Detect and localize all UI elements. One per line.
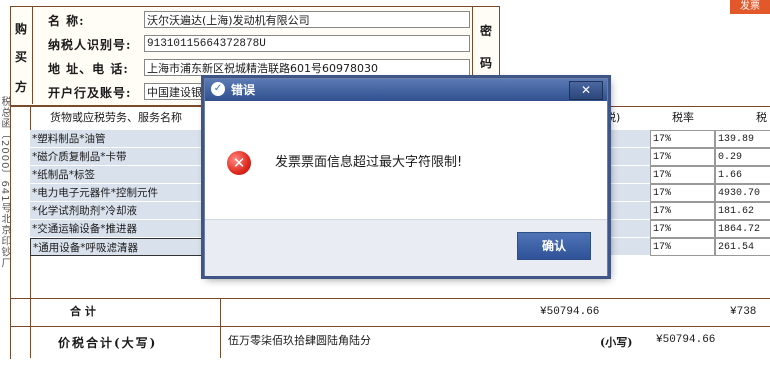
item-row-6-rate[interactable]: 17%	[650, 220, 715, 238]
dialog-body: ✕ 发票票面信息超过最大字符限制!	[205, 101, 607, 219]
grand-total-label: 价税合计(大写)	[58, 336, 158, 350]
totals-vline	[220, 298, 221, 358]
item-row-6-name[interactable]: *交通运输设备*推进器	[30, 220, 220, 238]
grand-small-value: ¥50794.66	[656, 334, 716, 346]
totals-divider	[10, 298, 770, 299]
taxid-label: 纳税人识别号:	[48, 38, 132, 52]
confirm-button[interactable]: 确认	[517, 232, 591, 260]
dialog-title: 错误	[231, 83, 256, 97]
item-row-4-rate[interactable]: 17%	[650, 184, 715, 202]
buyer-address-field[interactable]: 上海市浦东新区祝城精浩联路601号60978030	[144, 59, 470, 76]
item-row-6-tax[interactable]: 1864.72	[715, 220, 770, 238]
app-icon: ✓	[211, 82, 225, 96]
header-tax: 税	[756, 111, 767, 124]
buyer-taxid-field[interactable]: 91310115664372878U	[144, 35, 470, 52]
header-tax-rate: 税率	[672, 111, 694, 124]
total-amount: ¥50794.66	[540, 306, 600, 318]
item-row-2-rate[interactable]: 17%	[650, 148, 715, 166]
grand-small-label: (小写)	[600, 336, 633, 349]
item-row-3-tax[interactable]: 1.66	[715, 166, 770, 184]
address-label: 地 址、电 话:	[48, 62, 129, 76]
bank-label: 开户行及账号:	[48, 86, 132, 100]
item-row-4-name[interactable]: *电力电子元器件*控制元件	[30, 184, 220, 202]
item-row-7-rate[interactable]: 17%	[650, 238, 715, 256]
error-dialog: ✓ 错误 ✕ ✕ 发票票面信息超过最大字符限制! 确认	[204, 78, 608, 276]
grand-divider	[10, 326, 770, 327]
item-row-1-tax[interactable]: 139.89	[715, 130, 770, 148]
buyer-char-2: 买	[15, 50, 28, 64]
item-row-2-name[interactable]: *磁介质复制品*卡带	[30, 148, 220, 166]
item-row-5-tax[interactable]: 181.62	[715, 202, 770, 220]
item-row-1-rate[interactable]: 17%	[650, 130, 715, 148]
name-label: 名 称:	[48, 14, 85, 28]
buyer-char-3: 方	[15, 80, 28, 94]
buyer-char-1: 购	[15, 22, 28, 36]
header-item-name: 货物或应税劳务、服务名称	[50, 111, 182, 124]
item-row-3-name[interactable]: *纸制品*标签	[30, 166, 220, 184]
cipher-char-1: 密	[480, 24, 493, 38]
item-row-4-tax[interactable]: 4930.70	[715, 184, 770, 202]
buyer-name-field[interactable]: 沃尔沃遍达(上海)发动机有限公司	[144, 11, 470, 28]
item-row-7-name[interactable]: *通用设备*呼吸滤清器	[30, 238, 220, 256]
cipher-char-2: 码	[480, 56, 493, 70]
item-row-2-tax[interactable]: 0.29	[715, 148, 770, 166]
dialog-titlebar[interactable]: ✓ 错误 ✕	[205, 79, 607, 101]
item-row-5-name[interactable]: *化学试剂助剂*冷却液	[30, 202, 220, 220]
item-row-7-tax[interactable]: 261.54	[715, 238, 770, 256]
item-row-3-rate[interactable]: 17%	[650, 166, 715, 184]
close-icon[interactable]: ✕	[569, 81, 603, 100]
buyer-side-label: 购 买 方	[10, 6, 33, 104]
error-message: 发票票面信息超过最大字符限制!	[275, 155, 463, 170]
item-row-5-rate[interactable]: 17%	[650, 202, 715, 220]
error-icon: ✕	[227, 151, 251, 175]
total-tax: ¥738	[730, 306, 757, 318]
grand-total-words: 伍万零柒佰玖拾肆圆陆角陆分	[228, 334, 371, 347]
corner-tag: 发票	[730, 0, 770, 14]
item-row-1-name[interactable]: *塑料制品*油管	[30, 130, 220, 148]
total-label: 合 计	[70, 305, 96, 318]
